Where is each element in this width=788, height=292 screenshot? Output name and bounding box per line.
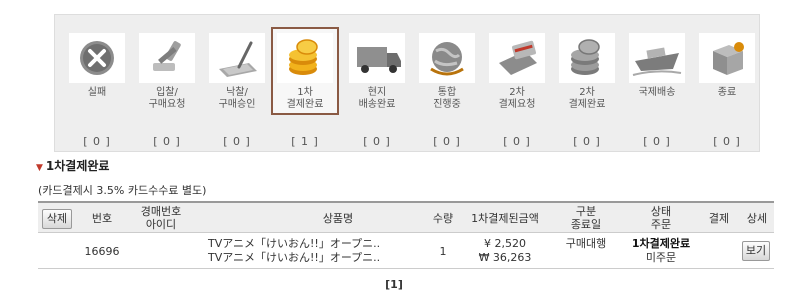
status-step-count: [ 0 ] <box>573 135 601 148</box>
ship-icon <box>629 33 685 83</box>
status-step-consolidating[interactable]: 통합 진행중 [ 0 ] <box>413 27 481 148</box>
gavel-icon <box>139 33 195 83</box>
order-state: 미주문 <box>645 251 677 264</box>
status-step-label: 입찰/ 구매요청 <box>148 87 186 110</box>
amount-yen: ¥ 2,520 <box>484 237 526 250</box>
status-step-first-payment-done[interactable]: 1차 결제완료 [ 1 ] <box>271 27 339 148</box>
status-step-label: 통합 진행중 <box>433 87 461 110</box>
status-step-failed[interactable]: 실패 [ 0 ] <box>63 27 131 148</box>
product-name-line1[interactable]: TVアニメ「けいおん!!」オープニ.. <box>208 237 418 250</box>
status-step-second-payment-done[interactable]: 2차 결제완료 [ 0 ] <box>553 27 621 148</box>
status-step-count: [ 0 ] <box>713 135 741 148</box>
status-step-count: [ 0 ] <box>503 135 531 148</box>
product-name-line2[interactable]: TVアニメ「けいおん!!」オープニ.. <box>208 251 418 264</box>
header-number: 번호 <box>91 212 113 225</box>
status-step-count: [ 0 ] <box>363 135 391 148</box>
card-fee-note: (카드결제시 3.5% 카드수수료 별도) <box>38 184 207 197</box>
table-header: 삭제 번호 경매번호 아이디 상품명 수량 1차결제된금액 구분 종료일 상태 … <box>38 201 774 233</box>
status-step-label: 낙찰/ 구매승인 <box>218 87 256 110</box>
header-payment: 결제 <box>708 212 730 225</box>
status-step-local-delivered[interactable]: 현지 배송완료 [ 0 ] <box>343 27 411 148</box>
triangle-marker-icon: ▼ <box>36 163 43 173</box>
amount-won: ₩ 36,263 <box>478 251 532 264</box>
pagination[interactable]: [1] <box>0 278 788 291</box>
status-step-label: 실패 <box>87 87 107 98</box>
pen-tablet-icon <box>209 33 265 83</box>
status-step-label: 현지 배송완료 <box>358 87 396 110</box>
status-step-count: [ 0 ] <box>83 135 111 148</box>
box-icon <box>699 33 755 83</box>
status-step-international-shipping[interactable]: 국제배송 [ 0 ] <box>623 27 691 148</box>
status-step-count: [ 1 ] <box>291 135 319 148</box>
order-status: 1차결제완료 <box>631 237 691 250</box>
purchase-type: 구매대행 <box>565 237 607 250</box>
cancel-icon <box>69 33 125 83</box>
status-step-count: [ 0 ] <box>643 135 671 148</box>
header-product: 상품명 <box>322 212 354 225</box>
status-step-label: 종료 <box>717 87 737 98</box>
status-step-bid-request[interactable]: 입찰/ 구매요청 [ 0 ] <box>133 27 201 148</box>
header-paid-amount: 1차결제된금액 <box>471 212 539 225</box>
header-quantity: 수량 <box>432 212 454 225</box>
status-step-label: 2차 결제요청 <box>498 87 536 110</box>
header-category: 구분 종료일 <box>570 205 602 231</box>
coin-stack-icon <box>559 33 615 83</box>
status-step-label: 국제배송 <box>638 87 676 98</box>
view-button[interactable]: 보기 <box>742 241 770 261</box>
status-step-label: 1차 결제완료 <box>286 87 324 110</box>
status-step-label: 2차 결제완료 <box>568 87 606 110</box>
status-step-count: [ 0 ] <box>433 135 461 148</box>
header-auction-id: 경매번호 아이디 <box>140 205 182 231</box>
order-number: 16696 <box>84 245 120 258</box>
truck-icon <box>349 33 405 83</box>
status-step-approved[interactable]: 낙찰/ 구매승인 [ 0 ] <box>203 27 271 148</box>
delete-button[interactable]: 삭제 <box>42 209 72 229</box>
section-title: ▼ 1차결제완료 <box>36 157 109 174</box>
status-step-completed[interactable]: 종료 [ 0 ] <box>693 27 761 148</box>
status-step-count: [ 0 ] <box>223 135 251 148</box>
globe-icon <box>419 33 475 83</box>
section-title-text: 1차결제완료 <box>45 159 110 173</box>
header-status: 상태 주문 <box>650 205 672 231</box>
header-detail: 상세 <box>746 212 768 225</box>
card-payment-icon <box>489 33 545 83</box>
order-status-panel: 실패 [ 0 ] 입찰/ 구매요청 [ 0 ] 낙찰/ 구매승인 [ 0 ] 1… <box>54 14 760 152</box>
coins-icon <box>277 33 333 83</box>
quantity-value: 1 <box>439 245 447 258</box>
table-row: 16696 TVアニメ「けいおん!!」オープニ.. TVアニメ「けいおん!!」オ… <box>38 234 774 269</box>
status-step-count: [ 0 ] <box>153 135 181 148</box>
status-step-second-payment-request[interactable]: 2차 결제요청 [ 0 ] <box>483 27 551 148</box>
